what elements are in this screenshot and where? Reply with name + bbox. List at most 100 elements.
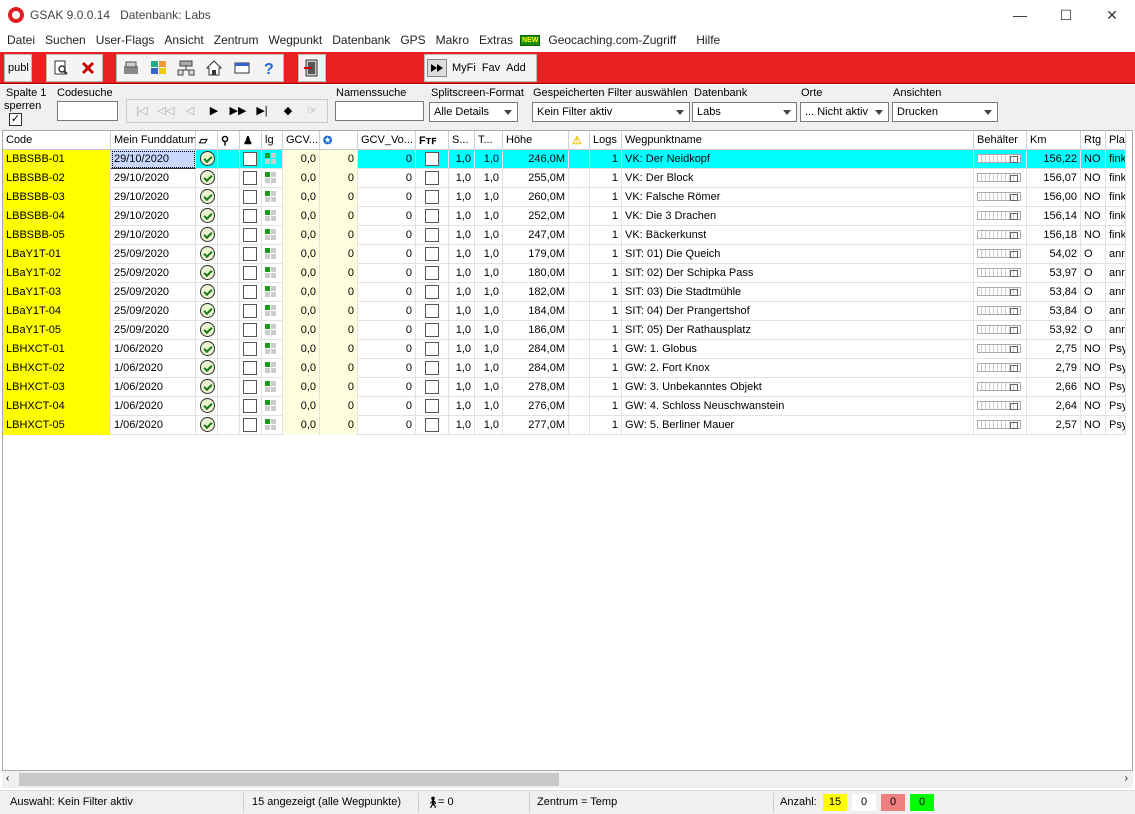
cell-bug[interactable] [218,340,240,359]
cell-ftf[interactable] [416,169,449,188]
cell-lg[interactable] [262,245,283,264]
cell-gcv[interactable]: 0,0 [283,359,320,378]
cell-gcv[interactable]: 0,0 [283,169,320,188]
user-flag-checkbox[interactable] [243,266,257,280]
cell-rtg[interactable]: O [1081,321,1106,340]
ftf-checkbox[interactable] [425,152,439,166]
cell-gcv[interactable]: 0,0 [283,397,320,416]
menu-makro[interactable]: Makro [431,30,474,50]
column-header-t[interactable]: T... [475,131,503,150]
cell-gcv[interactable]: 0,0 [283,378,320,397]
cell-lg[interactable] [262,340,283,359]
cell-code[interactable]: LBaY1T-03 [3,283,111,302]
column-header-funddatum[interactable]: Mein Funddatum [111,131,196,150]
cell-hoehe[interactable]: 247,0M [503,226,569,245]
cell-s[interactable]: 1,0 [449,188,475,207]
cell-hoehe[interactable]: 255,0M [503,169,569,188]
cell-bug[interactable] [218,397,240,416]
cell-found[interactable] [196,264,218,283]
ftf-checkbox[interactable] [425,266,439,280]
cell-bug[interactable] [218,283,240,302]
cell-rtg[interactable]: NO [1081,378,1106,397]
cell-s[interactable]: 1,0 [449,150,475,169]
cell-code[interactable]: LBaY1T-02 [3,264,111,283]
cell-km[interactable]: 53,84 [1027,302,1081,321]
cell-wegpunktname[interactable]: SIT: 02) Der Schipka Pass [622,264,974,283]
cell-behaelter[interactable] [974,283,1027,302]
column-header-found[interactable]: ▱ [196,131,218,150]
help-icon[interactable]: ? [257,56,281,80]
cell-km[interactable]: 53,92 [1027,321,1081,340]
user-flag-checkbox[interactable] [243,380,257,394]
cell-gcv-vo[interactable]: 0 [358,397,416,416]
table-row[interactable]: LBaY1T-02 25/09/2020 0,0 0 0 1,0 1,0 180,0M 1 SIT… [3,264,1126,283]
eraser-icon[interactable]: ◆ [277,102,299,120]
cell-found[interactable] [196,359,218,378]
cell-lg[interactable] [262,283,283,302]
cell-s[interactable]: 1,0 [449,264,475,283]
cell-gcv-vo[interactable]: 0 [358,188,416,207]
cell-code[interactable]: LBHXCT-03 [3,378,111,397]
cell-km[interactable]: 156,00 [1027,188,1081,207]
cell-gcv-vo[interactable]: 0 [358,359,416,378]
cell-km[interactable]: 156,22 [1027,150,1081,169]
menu-datenbank[interactable]: Datenbank [327,30,395,50]
cell-found[interactable] [196,340,218,359]
cell-code[interactable]: LBaY1T-04 [3,302,111,321]
cell-lg[interactable] [262,321,283,340]
datenbank-select[interactable]: Labs [692,102,797,122]
cell-s[interactable]: 1,0 [449,359,475,378]
cell-code[interactable]: LBBSBB-05 [3,226,111,245]
cell-user-flag[interactable] [240,359,262,378]
column-header-warning[interactable]: ⚠ [569,131,590,150]
cell-t[interactable]: 1,0 [475,264,503,283]
cell-rtg[interactable]: O [1081,283,1106,302]
cell-wegpunktname[interactable]: SIT: 03) Die Stadtmühle [622,283,974,302]
cell-award[interactable]: 0 [320,416,358,435]
cell-lg[interactable] [262,416,283,435]
user-flag-checkbox[interactable] [243,190,257,204]
cell-gcv[interactable]: 0,0 [283,321,320,340]
tools-icon[interactable] [119,56,143,80]
cell-award[interactable]: 0 [320,264,358,283]
menu-datei[interactable]: Datei [2,30,40,50]
cell-t[interactable]: 1,0 [475,397,503,416]
cell-gcv[interactable]: 0,0 [283,188,320,207]
cell-logs[interactable]: 1 [590,378,622,397]
column-header-logs[interactable]: Logs [590,131,622,150]
cell-gcv-vo[interactable]: 0 [358,321,416,340]
column-header-person[interactable]: ♟ [240,131,262,150]
cell-rtg[interactable]: NO [1081,416,1106,435]
home-icon[interactable] [202,56,226,80]
cell-bug[interactable] [218,264,240,283]
cell-behaelter[interactable] [974,321,1027,340]
cell-award[interactable]: 0 [320,207,358,226]
user-flag-checkbox[interactable] [243,342,257,356]
cell-warning[interactable] [569,150,590,169]
add-button[interactable]: Add [506,62,526,74]
next-page-icon[interactable]: ▶▶ [227,102,249,120]
user-flag-checkbox[interactable] [243,247,257,261]
menu-user-flags[interactable]: User-Flags [91,30,160,50]
cell-lg[interactable] [262,264,283,283]
cell-user-flag[interactable] [240,188,262,207]
ftf-checkbox[interactable] [425,342,439,356]
cell-bug[interactable] [218,321,240,340]
prev-page-icon[interactable]: ◁◁ [155,102,177,120]
cell-gcv-vo[interactable]: 0 [358,302,416,321]
cell-bug[interactable] [218,302,240,321]
cell-km[interactable]: 54,02 [1027,245,1081,264]
cell-code[interactable]: LBBSBB-01 [3,150,111,169]
cell-found[interactable] [196,321,218,340]
column-header-wegpunktname[interactable]: Wegpunktname [622,131,974,150]
cell-gcv[interactable]: 0,0 [283,340,320,359]
cell-ftf[interactable] [416,340,449,359]
cell-logs[interactable]: 1 [590,302,622,321]
ftf-checkbox[interactable] [425,418,439,432]
ftf-checkbox[interactable] [425,171,439,185]
cell-award[interactable]: 0 [320,188,358,207]
cell-t[interactable]: 1,0 [475,150,503,169]
cell-t[interactable]: 1,0 [475,169,503,188]
cell-funddatum[interactable]: 25/09/2020 [111,302,196,321]
cell-award[interactable]: 0 [320,321,358,340]
